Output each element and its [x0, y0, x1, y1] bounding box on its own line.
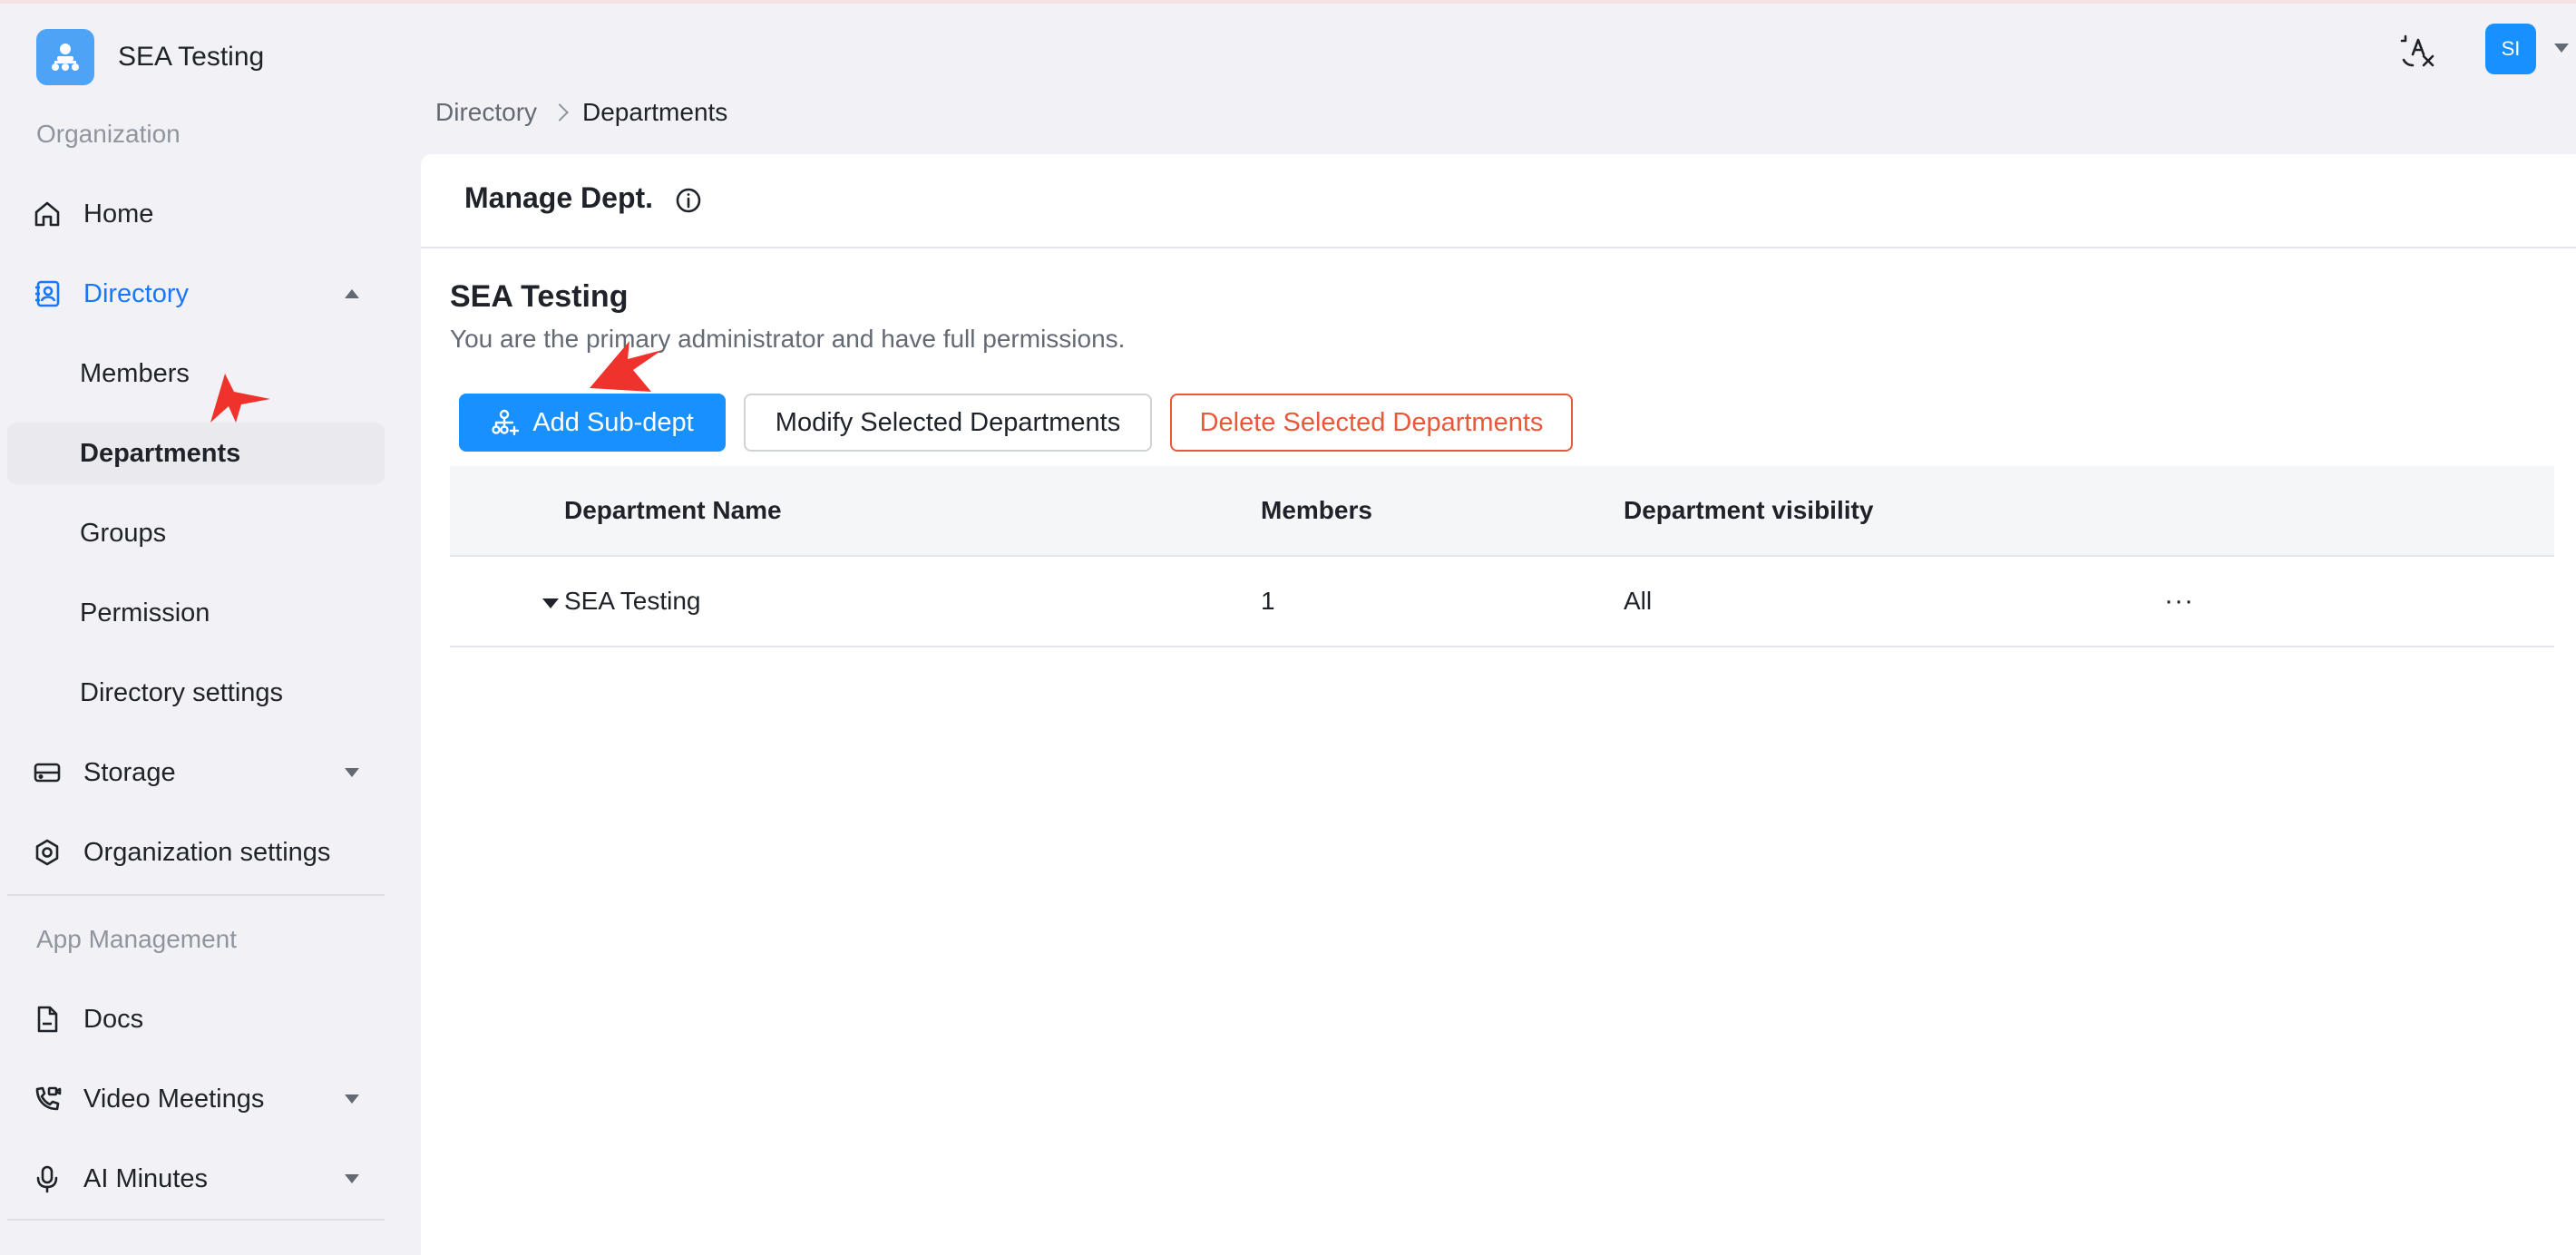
modify-departments-button[interactable]: Modify Selected Departments	[744, 394, 1152, 452]
home-icon	[31, 198, 63, 230]
chevron-down-icon[interactable]	[2554, 44, 2569, 53]
video-call-icon	[31, 1083, 63, 1115]
nav-home-label: Home	[83, 199, 154, 229]
nav-directory-settings[interactable]: Directory settings	[7, 662, 385, 724]
settings-icon	[31, 836, 63, 869]
annotation-arrow-icon	[590, 341, 662, 392]
info-icon[interactable]	[673, 185, 704, 216]
page-title: Manage Dept.	[464, 181, 654, 214]
delete-departments-button[interactable]: Delete Selected Departments	[1170, 394, 1573, 452]
nav-storage-label: Storage	[83, 757, 176, 787]
nav-members-label: Members	[80, 358, 190, 388]
storage-icon	[31, 756, 63, 789]
more-options-icon[interactable]: ···	[2164, 557, 2194, 646]
section-organization: Organization	[36, 120, 181, 148]
add-sub-dept-button[interactable]: Add Sub-dept	[459, 394, 726, 452]
section-app-management: App Management	[36, 925, 238, 953]
nav-organization-settings[interactable]: Organization settings	[7, 822, 385, 883]
nav-ai-minutes[interactable]: AI Minutes	[7, 1148, 385, 1210]
chevron-down-icon	[345, 1174, 359, 1183]
nav-groups-label: Groups	[80, 518, 167, 548]
table-header: Department Name Members Department visib…	[450, 466, 2554, 557]
org-name: SEA Testing	[118, 42, 265, 72]
breadcrumb-departments: Departments	[582, 98, 728, 126]
sidebar-divider	[7, 894, 385, 896]
contacts-icon	[31, 277, 63, 310]
row-department-name: SEA Testing	[564, 587, 701, 615]
nav-video-meetings-label: Video Meetings	[83, 1084, 265, 1114]
chevron-down-icon	[345, 1094, 359, 1104]
permission-description: You are the primary administrator and ha…	[450, 325, 1126, 353]
nav-departments[interactable]: Departments	[7, 423, 385, 484]
nav-directory-settings-label: Directory settings	[80, 677, 284, 707]
panel-header: Manage Dept.	[421, 154, 2576, 248]
departments-table: Department Name Members Department visib…	[450, 466, 2554, 647]
col-visibility: Department visibility	[1624, 496, 1874, 524]
sidebar-divider	[7, 1219, 385, 1221]
chevron-up-icon	[345, 289, 359, 298]
breadcrumb: Directory Departments	[435, 96, 727, 129]
sidebar: SEA Testing Organization Home Directory …	[0, 4, 399, 1255]
row-visibility: All	[1624, 587, 1653, 615]
chevron-down-icon	[345, 768, 359, 777]
org-logo-icon	[36, 29, 94, 85]
nav-permission-label: Permission	[80, 598, 210, 628]
nav-groups[interactable]: Groups	[7, 502, 385, 564]
table-row[interactable]: SEA Testing 1 All ···	[450, 557, 2554, 647]
col-members: Members	[1261, 496, 1372, 524]
nav-docs[interactable]: Docs	[7, 988, 385, 1050]
expand-caret-icon[interactable]	[542, 598, 559, 608]
brand[interactable]: SEA Testing	[36, 29, 264, 85]
nav-directory[interactable]: Directory	[7, 263, 385, 325]
breadcrumb-directory[interactable]: Directory	[435, 98, 537, 127]
nav-departments-label: Departments	[80, 438, 241, 468]
department-heading: SEA Testing	[450, 279, 629, 314]
col-department-name: Department Name	[564, 496, 782, 524]
translate-icon	[2400, 34, 2435, 67]
translate-button[interactable]	[2398, 31, 2438, 71]
document-icon	[31, 1003, 63, 1036]
nav-docs-label: Docs	[83, 1004, 144, 1034]
nav-permission[interactable]: Permission	[7, 582, 385, 644]
add-org-icon	[491, 409, 522, 436]
nav-members[interactable]: Members	[7, 343, 385, 404]
nav-ai-minutes-label: AI Minutes	[83, 1163, 208, 1193]
add-sub-dept-label: Add Sub-dept	[532, 407, 694, 437]
annotation-arrow-icon	[210, 374, 270, 423]
nav-video-meetings[interactable]: Video Meetings	[7, 1068, 385, 1130]
microphone-icon	[31, 1163, 63, 1195]
row-members-count: 1	[1261, 587, 1275, 615]
chevron-right-icon	[551, 103, 569, 122]
nav-home[interactable]: Home	[7, 183, 385, 245]
avatar[interactable]: SI	[2485, 24, 2536, 74]
nav-organization-settings-label: Organization settings	[83, 837, 331, 867]
main-panel: Manage Dept. SEA Testing You are the pri…	[421, 154, 2576, 1255]
nav-storage[interactable]: Storage	[7, 742, 385, 803]
nav-directory-label: Directory	[83, 278, 190, 308]
